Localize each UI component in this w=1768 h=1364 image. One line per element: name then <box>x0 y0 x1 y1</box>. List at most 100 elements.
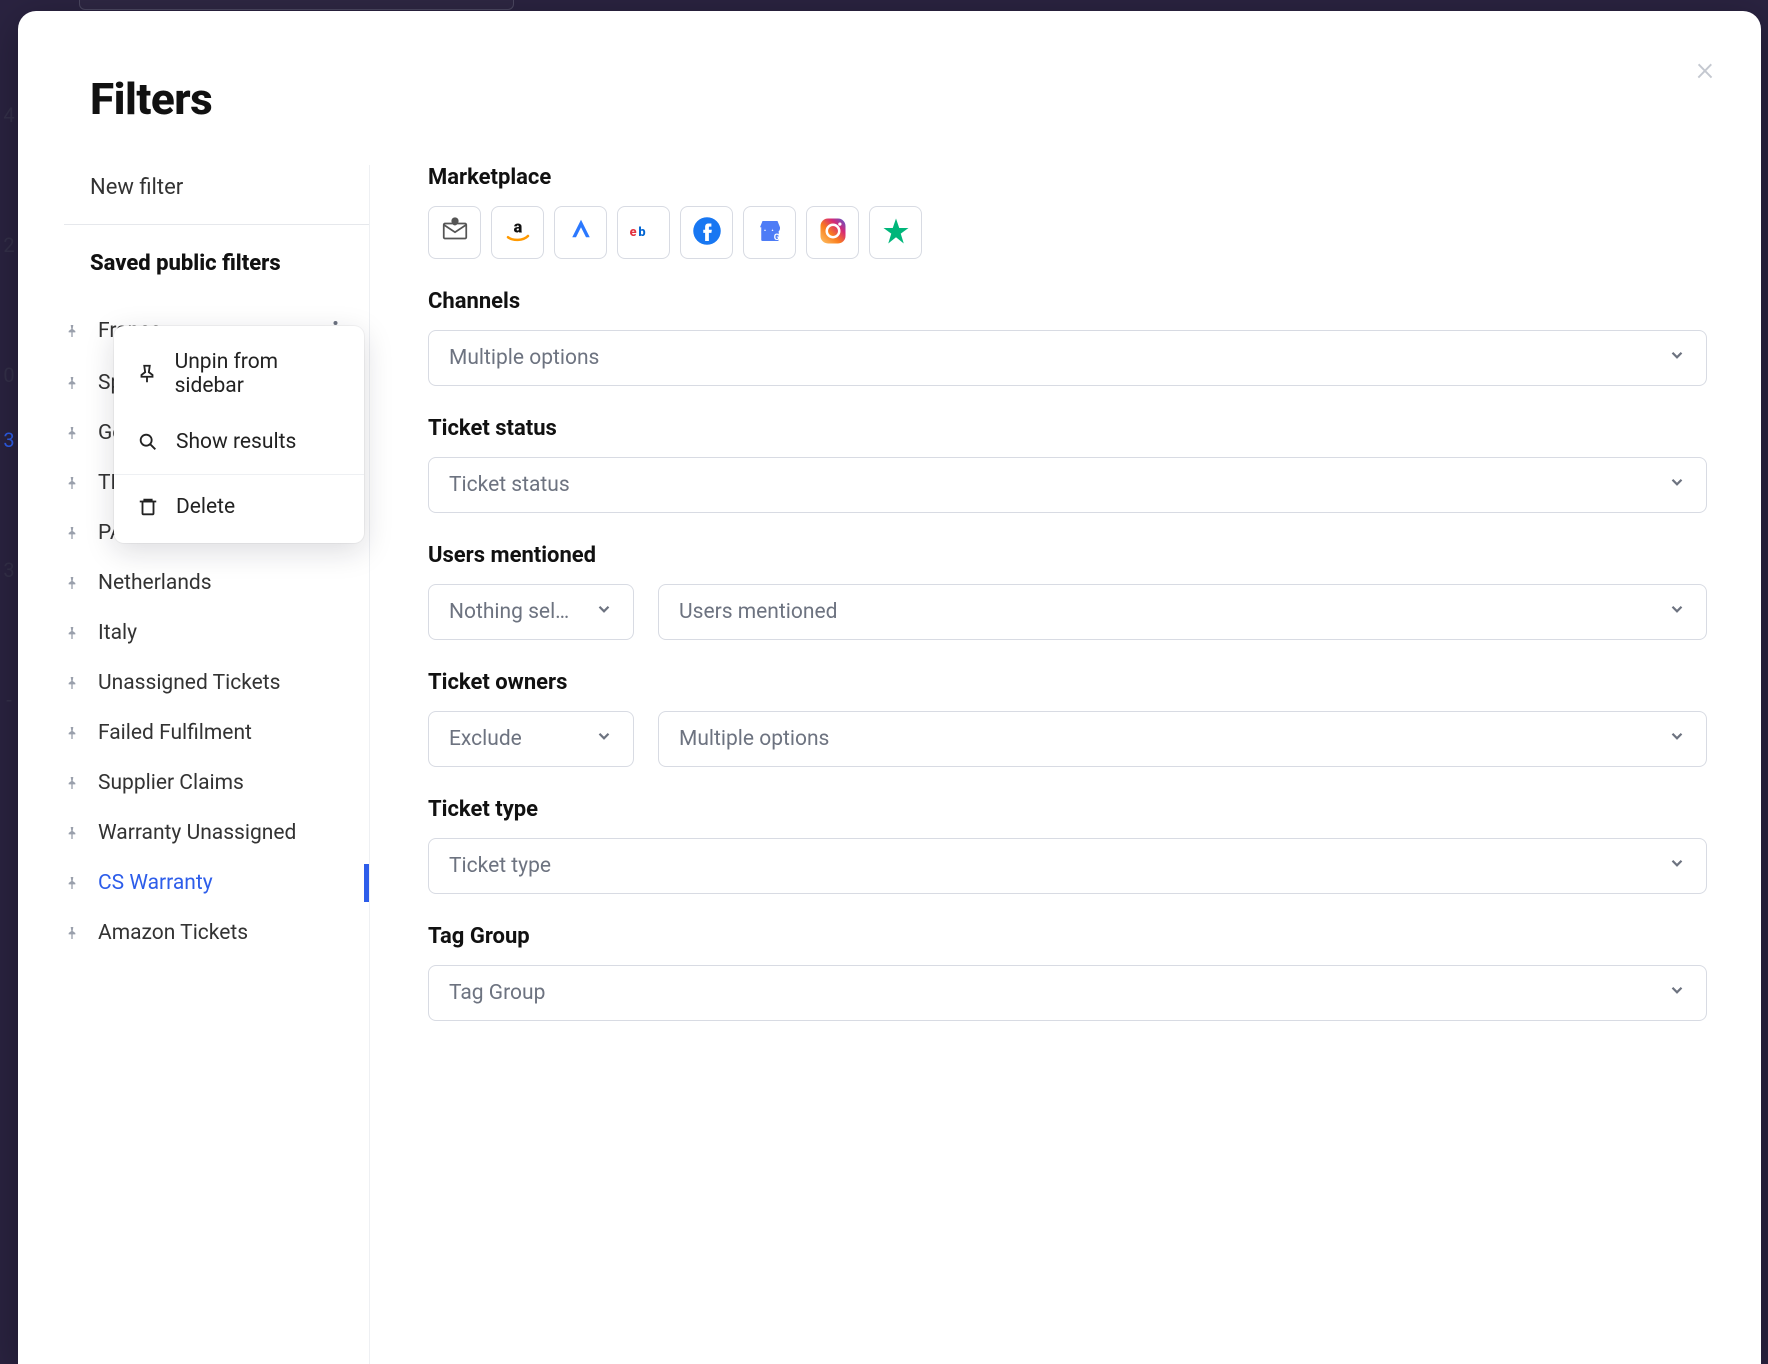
email-icon: @ <box>440 216 470 250</box>
pin-icon <box>64 675 84 691</box>
chevron-down-icon <box>1668 981 1686 1005</box>
marketplace-instagram[interactable] <box>806 206 859 259</box>
cm-show-label: Show results <box>176 430 296 454</box>
tag-group-select[interactable]: Tag Group <box>428 965 1707 1021</box>
sidebar-item-label: CS Warranty <box>98 871 369 895</box>
chevron-down-icon <box>595 600 613 624</box>
chevron-down-icon <box>1668 473 1686 497</box>
pin-icon <box>64 825 84 841</box>
trustpilot-icon <box>881 216 911 250</box>
pin-icon <box>64 725 84 741</box>
sidebar-item-label: Warranty Unassigned <box>98 821 369 845</box>
chevron-down-icon <box>1668 600 1686 624</box>
users-mentioned-placeholder: Users mentioned <box>679 600 837 624</box>
users-mentioned-mode: Nothing sel… <box>449 600 569 624</box>
marketplace-trustpilot[interactable] <box>869 206 922 259</box>
chevron-down-icon <box>595 727 613 751</box>
ticket-status-label: Ticket status <box>428 416 1707 441</box>
pin-icon <box>64 475 84 491</box>
channels-label: Channels <box>428 289 1707 314</box>
appstore-icon <box>566 216 596 250</box>
sidebar-item-label: Unassigned Tickets <box>98 671 369 695</box>
trash-icon <box>136 495 160 519</box>
sidebar-item-label: Italy <box>98 621 369 645</box>
ticket-type-select[interactable]: Ticket type <box>428 838 1707 894</box>
marketplace-ebay[interactable]: eb <box>617 206 670 259</box>
ticket-owners-label: Ticket owners <box>428 670 1707 695</box>
chevron-down-icon <box>1668 727 1686 751</box>
facebook-icon <box>692 216 722 250</box>
svg-text:b: b <box>638 224 645 239</box>
tag-group-label: Tag Group <box>428 924 1707 949</box>
pin-icon <box>64 425 84 441</box>
chevron-down-icon <box>1668 346 1686 370</box>
ebay-icon: eb <box>628 216 660 250</box>
marketplace-appstore[interactable] <box>554 206 607 259</box>
sidebar-item[interactable]: Supplier Claims <box>64 758 369 808</box>
ticket-owners-select[interactable]: Multiple options <box>658 711 1707 767</box>
sidebar-item-label: Netherlands <box>98 571 369 595</box>
pin-icon <box>64 575 84 591</box>
sidebar-item[interactable]: Warranty Unassigned <box>64 808 369 858</box>
pin-icon <box>64 775 84 791</box>
channels-placeholder: Multiple options <box>449 346 599 370</box>
bg-search-hint <box>79 0 514 10</box>
sidebar-item[interactable]: Amazon Tickets <box>64 908 369 958</box>
modal-title: Filters <box>18 11 1761 125</box>
channels-select[interactable]: Multiple options <box>428 330 1707 386</box>
sidebar-item[interactable]: Italy <box>64 608 369 658</box>
svg-text:e: e <box>629 224 636 239</box>
sidebar-item[interactable]: Unassigned Tickets <box>64 658 369 708</box>
field-tag-group: Tag Group Tag Group <box>428 924 1707 1021</box>
svg-text:a: a <box>513 217 522 236</box>
cm-separator <box>114 474 364 475</box>
ticket-type-placeholder: Ticket type <box>449 854 551 878</box>
instagram-icon <box>818 216 848 250</box>
sidebar-item[interactable]: Netherlands <box>64 558 369 608</box>
ticket-owners-mode-select[interactable]: Exclude <box>428 711 634 767</box>
pin-icon <box>64 875 84 891</box>
marketplace-facebook[interactable] <box>680 206 733 259</box>
new-filter-link[interactable]: New filter <box>64 165 369 225</box>
pin-icon <box>64 323 84 339</box>
ticket-type-label: Ticket type <box>428 797 1707 822</box>
cm-delete-label: Delete <box>176 495 235 519</box>
ticket-status-select[interactable]: Ticket status <box>428 457 1707 513</box>
users-mentioned-select[interactable]: Users mentioned <box>658 584 1707 640</box>
pin-icon <box>64 525 84 541</box>
field-marketplace: Marketplace @ a eb G <box>428 165 1707 259</box>
filter-form: Marketplace @ a eb G Channels Multiple opti… <box>370 165 1761 1364</box>
svg-text:G: G <box>773 232 779 242</box>
users-mentioned-label: Users mentioned <box>428 543 1707 568</box>
ticket-owners-mode: Exclude <box>449 727 522 751</box>
chevron-down-icon <box>1668 854 1686 878</box>
gshop-icon: G <box>755 216 785 250</box>
marketplace-row: @ a eb G <box>428 206 1707 259</box>
saved-filters-heading: Saved public filters <box>64 243 369 304</box>
ticket-owners-placeholder: Multiple options <box>679 727 829 751</box>
close-icon: × <box>1696 49 1714 89</box>
sidebar-item[interactable]: Failed Fulfilment <box>64 708 369 758</box>
marketplace-label: Marketplace <box>428 165 1707 190</box>
new-filter-label: New filter <box>90 175 183 200</box>
field-ticket-status: Ticket status Ticket status <box>428 416 1707 513</box>
sidebar-item-label: Amazon Tickets <box>98 921 369 945</box>
filters-modal: × Filters New filter Saved public filter… <box>18 11 1761 1364</box>
pin-icon <box>64 925 84 941</box>
cm-unpin[interactable]: Unpin from sidebar <box>114 334 364 414</box>
pin-icon <box>64 375 84 391</box>
sidebar-item[interactable]: CS Warranty <box>64 858 369 908</box>
cm-unpin-label: Unpin from sidebar <box>175 350 342 398</box>
close-button[interactable]: × <box>1685 49 1725 89</box>
marketplace-gshop[interactable]: G <box>743 206 796 259</box>
pin-icon <box>136 362 159 386</box>
cm-delete[interactable]: Delete <box>114 479 364 535</box>
field-ticket-owners: Ticket owners Exclude Multiple options <box>428 670 1707 767</box>
users-mentioned-mode-select[interactable]: Nothing sel… <box>428 584 634 640</box>
bg-number-column: 4 2 0 3 3 - <box>0 0 18 732</box>
marketplace-email[interactable]: @ <box>428 206 481 259</box>
marketplace-amazon[interactable]: a <box>491 206 544 259</box>
search-icon <box>136 430 160 454</box>
cm-show-results[interactable]: Show results <box>114 414 364 470</box>
svg-text:@: @ <box>452 219 457 225</box>
